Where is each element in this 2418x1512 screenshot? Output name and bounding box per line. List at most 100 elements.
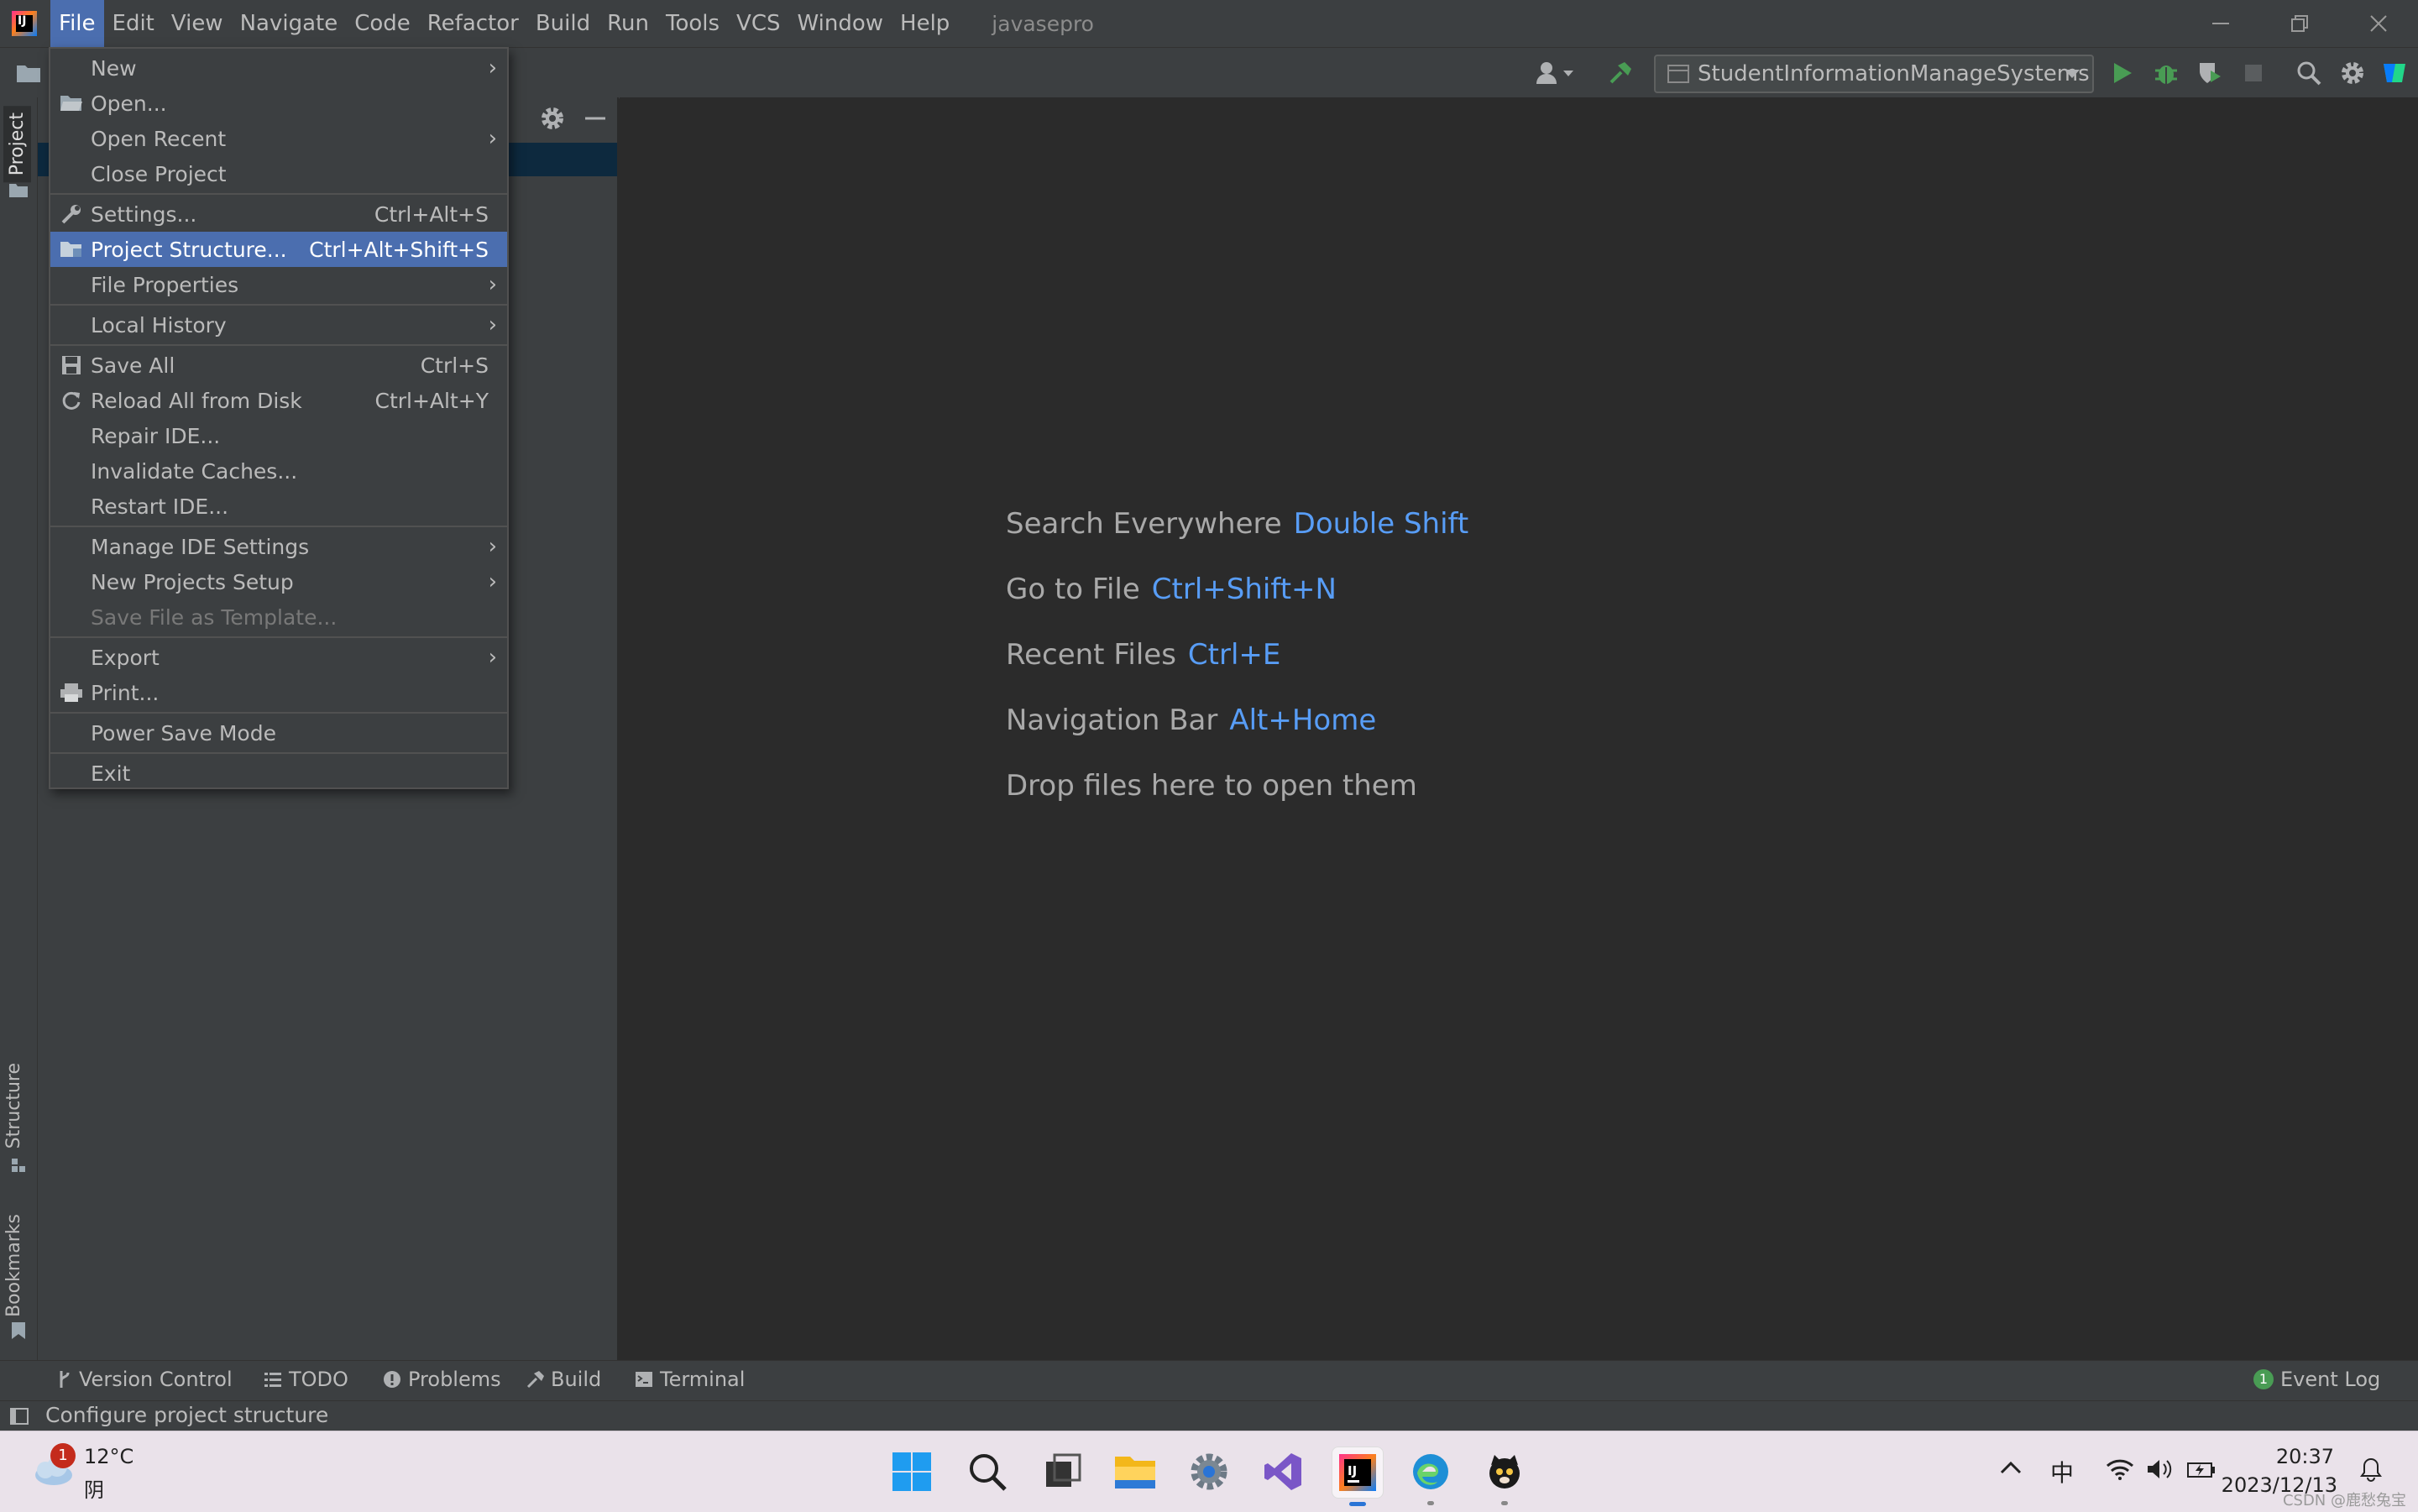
info-circle-icon [384, 1371, 400, 1388]
menu-build[interactable]: Build [527, 0, 599, 47]
bookmarks-tool-tab[interactable]: Bookmarks [3, 1214, 24, 1317]
menu-tools[interactable]: Tools [657, 0, 728, 47]
volume-icon[interactable] [2146, 1458, 2173, 1483]
cat-app-icon[interactable] [1479, 1447, 1530, 1505]
menu-edit[interactable]: Edit [104, 0, 163, 47]
build-hammer-icon[interactable] [1607, 60, 1634, 86]
windows-taskbar: 1 12°C 阴 IJ 中 20:37 2023/12/13 CSDN @鹿愁兔… [0, 1431, 2418, 1512]
menu-vcs[interactable]: VCS [728, 0, 788, 47]
edge-browser-icon[interactable] [1405, 1447, 1456, 1505]
submenu-arrow-icon: › [488, 645, 497, 670]
hint-navigation-bar: Navigation Bar Alt+Home [1006, 704, 1377, 737]
menu-item-manage-ide-settings[interactable]: Manage IDE Settings › [50, 529, 507, 564]
project-tool-tab[interactable]: Project [3, 106, 31, 183]
debug-icon[interactable] [2153, 60, 2180, 86]
menu-view[interactable]: View [163, 0, 232, 47]
intellij-logo-icon[interactable]: IJ [12, 11, 37, 36]
menu-item-export[interactable]: Export › [50, 640, 507, 675]
menu-window[interactable]: Window [789, 0, 892, 47]
structure-tool-tab[interactable]: Structure [3, 1063, 24, 1148]
menu-item-close-project[interactable]: Close Project [50, 156, 507, 191]
running-app-indicator [1427, 1501, 1434, 1505]
minimize-button[interactable] [2181, 0, 2260, 47]
battery-icon[interactable] [2186, 1458, 2216, 1483]
menu-item-save-all[interactable]: Save All Ctrl+S [50, 348, 507, 383]
restore-icon [2291, 15, 2308, 32]
run-configuration-select[interactable]: StudentInformationManageSystems [1654, 55, 2094, 93]
menu-item-reload-from-disk[interactable]: Reload All from Disk Ctrl+Alt+Y [50, 383, 507, 418]
menu-separator [50, 636, 507, 638]
project-folder-icon[interactable] [15, 60, 42, 86]
stop-icon[interactable] [2240, 60, 2267, 86]
user-account-icon[interactable] [1536, 60, 1582, 86]
task-view-icon[interactable] [1038, 1447, 1088, 1497]
window-controls [2181, 0, 2418, 47]
menu-item-file-properties[interactable]: File Properties › [50, 267, 507, 302]
open-folder-icon [59, 91, 84, 116]
chevron-down-icon [2065, 70, 2080, 78]
menu-item-invalidate-caches[interactable]: Invalidate Caches... [50, 453, 507, 489]
menu-item-open[interactable]: Open... [50, 86, 507, 121]
notification-bell-icon[interactable] [2359, 1457, 2383, 1485]
menu-item-settings[interactable]: Settings... Ctrl+Alt+S [50, 196, 507, 232]
close-button[interactable] [2339, 0, 2418, 47]
panel-options-gear-icon[interactable] [540, 106, 565, 134]
menu-navigate[interactable]: Navigate [232, 0, 347, 47]
submenu-arrow-icon: › [488, 272, 497, 297]
title-bar: IJ File Edit View Navigate Code Refactor… [0, 0, 2418, 47]
menu-separator [50, 193, 507, 195]
menu-item-restart-ide[interactable]: Restart IDE... [50, 489, 507, 524]
taskbar-search-icon[interactable] [962, 1447, 1013, 1497]
menu-code[interactable]: Code [346, 0, 419, 47]
submenu-arrow-icon: › [488, 55, 497, 81]
submenu-arrow-icon: › [488, 126, 497, 151]
visual-studio-icon[interactable] [1258, 1447, 1308, 1497]
restore-button[interactable] [2260, 0, 2339, 47]
menu-item-project-structure[interactable]: Project Structure... Ctrl+Alt+Shift+S [50, 232, 507, 267]
menu-item-open-recent[interactable]: Open Recent › [50, 121, 507, 156]
hint-go-to-file: Go to File Ctrl+Shift+N [1006, 573, 1337, 606]
menu-separator [50, 526, 507, 527]
intellij-taskbar-icon[interactable]: IJ [1332, 1447, 1384, 1506]
version-control-tab[interactable]: Version Control [57, 1368, 233, 1391]
file-explorer-icon[interactable] [1110, 1447, 1160, 1497]
jetbrains-toolbox-icon[interactable] [2381, 60, 2408, 86]
menu-item-print[interactable]: Print... [50, 675, 507, 710]
input-method-indicator[interactable]: 中 [2050, 1455, 2074, 1488]
editor-area[interactable]: Search Everywhere Double Shift Go to File… [620, 97, 2418, 1360]
terminal-tab[interactable]: Terminal [635, 1368, 745, 1391]
structure-icon [12, 1159, 25, 1172]
menu-item-local-history[interactable]: Local History › [50, 307, 507, 343]
problems-tab[interactable]: Problems [383, 1368, 501, 1391]
settings-app-icon[interactable] [1184, 1447, 1234, 1497]
run-icon[interactable] [2109, 60, 2136, 86]
menu-separator [50, 712, 507, 714]
hint-recent-files: Recent Files Ctrl+E [1006, 638, 1281, 672]
menu-item-new-projects-setup[interactable]: New Projects Setup › [50, 564, 507, 599]
todo-tab[interactable]: TODO [264, 1368, 348, 1391]
wrench-icon [59, 201, 84, 227]
windows-start-icon[interactable] [887, 1447, 937, 1497]
event-log-tab[interactable]: 1 Event Log [2253, 1368, 2380, 1391]
menu-help[interactable]: Help [892, 0, 958, 47]
settings-gear-icon[interactable] [2339, 60, 2366, 86]
menu-item-new[interactable]: New › [50, 50, 507, 86]
menu-item-repair-ide[interactable]: Repair IDE... [50, 418, 507, 453]
build-tab[interactable]: Build [526, 1368, 601, 1391]
menu-separator [50, 752, 507, 754]
menu-run[interactable]: Run [599, 0, 657, 47]
search-icon[interactable] [2295, 60, 2322, 86]
menu-item-exit[interactable]: Exit [50, 756, 507, 791]
menu-refactor[interactable]: Refactor [419, 0, 527, 47]
submenu-arrow-icon: › [488, 569, 497, 594]
hint-search-everywhere: Search Everywhere Double Shift [1006, 507, 1469, 541]
hide-panel-minus-icon[interactable] [584, 106, 607, 134]
run-with-coverage-icon[interactable] [2196, 60, 2223, 86]
menu-item-power-save-mode[interactable]: Power Save Mode [50, 715, 507, 751]
reload-icon [59, 388, 84, 413]
toggle-tool-windows-icon[interactable] [10, 1408, 29, 1425]
bookmark-icon [12, 1322, 25, 1339]
menu-file[interactable]: File [50, 0, 104, 47]
show-hidden-icons-chevron-up-icon[interactable] [2000, 1460, 2022, 1478]
wifi-icon[interactable] [2106, 1458, 2134, 1483]
